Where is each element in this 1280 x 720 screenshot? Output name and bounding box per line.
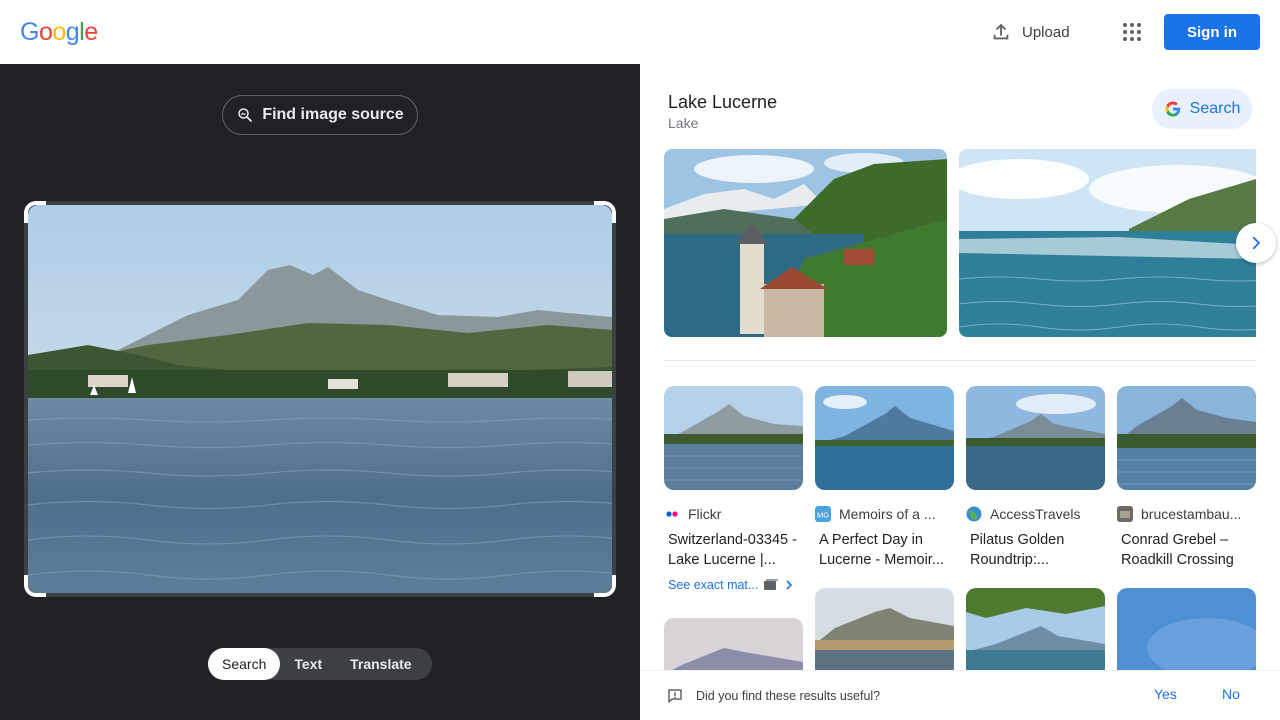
svg-text:MG: MG [817, 511, 829, 520]
mode-text-tab[interactable]: Text [280, 648, 336, 680]
google-search-label: Search [1189, 100, 1241, 117]
mg-icon: MG [815, 506, 831, 522]
see-exact-matches-link[interactable]: See exact mat... [664, 578, 803, 592]
result-thumbnail[interactable] [815, 386, 954, 490]
result-title[interactable]: Switzerland-03345 - Lake Lucerne |... [664, 530, 803, 570]
result-card[interactable]: Flickr Switzerland-03345 - Lake Lucerne … [664, 386, 803, 592]
section-divider [664, 360, 1256, 361]
result-title[interactable]: Pilatus Golden Roundtrip:... [966, 530, 1105, 570]
upload-button[interactable]: Upload [990, 18, 1070, 46]
feedback-yes-button[interactable]: Yes [1154, 686, 1177, 702]
mode-search-tab[interactable]: Search [208, 648, 281, 680]
result-source: brucestambau... [1141, 506, 1242, 522]
result-title[interactable]: Conrad Grebel – Roadkill Crossing [1117, 530, 1256, 570]
entity-subtitle: Lake [668, 115, 699, 131]
find-image-source-button[interactable]: Find image source [222, 95, 418, 135]
result-source: Flickr [688, 506, 722, 522]
feedback-icon [668, 689, 682, 703]
feedback-no-button[interactable]: No [1222, 686, 1240, 702]
find-image-source-label: Find image source [262, 106, 404, 123]
logo-letter: G [20, 18, 39, 46]
upload-label: Upload [1022, 23, 1070, 41]
result-thumbnail[interactable] [1117, 386, 1256, 490]
chevron-right-icon [1252, 236, 1260, 250]
result-card[interactable]: brucestambau... Conrad Grebel – Roadkill… [1117, 386, 1256, 570]
logo-letter: g [65, 18, 80, 46]
upload-icon [993, 23, 1009, 40]
result-title[interactable]: A Perfect Day in Lucerne - Memoir... [815, 530, 954, 570]
results-panel: Lake Lucerne Lake Search Flickr Switzerl… [640, 64, 1280, 720]
crop-handle-bottom-right[interactable] [594, 575, 616, 597]
crop-region[interactable] [24, 201, 616, 597]
query-image [28, 205, 612, 593]
result-source: Memoirs of a ... [839, 506, 936, 522]
see-exact-matches-label: See exact mat... [668, 578, 759, 592]
crop-handle-top-right[interactable] [594, 201, 616, 223]
carousel-next-button[interactable] [1236, 223, 1276, 263]
mode-switcher: Search Text Translate [208, 648, 432, 680]
feedback-bar: Did you find these results useful? Yes N… [640, 670, 1280, 720]
result-source: AccessTravels [990, 506, 1081, 522]
image-stack-icon [764, 579, 779, 590]
logo-letter: e [84, 18, 98, 46]
result-card[interactable]: AccessTravels Pilatus Golden Roundtrip:.… [966, 386, 1105, 570]
image-query-panel: Find image source Search Text Translate [0, 64, 640, 720]
sign-in-button[interactable]: Sign in [1164, 14, 1260, 50]
site-icon [1117, 506, 1133, 522]
entity-title[interactable]: Lake Lucerne [668, 92, 777, 113]
crop-edge-bottom[interactable] [46, 593, 594, 597]
crop-handle-bottom-left[interactable] [24, 575, 46, 597]
top-bar: Google Upload Sign in [0, 0, 1280, 64]
google-logo[interactable]: Google [20, 18, 98, 47]
chevron-right-icon [786, 580, 793, 590]
result-card[interactable]: MG Memoirs of a ... A Perfect Day in Luc… [815, 386, 954, 570]
result-thumbnail[interactable] [966, 386, 1105, 490]
apps-grid-icon[interactable] [1120, 20, 1144, 44]
google-search-button[interactable]: Search [1152, 89, 1252, 129]
flickr-icon [666, 511, 678, 517]
mode-translate-tab[interactable]: Translate [336, 648, 425, 680]
feedback-question: Did you find these results useful? [696, 689, 881, 703]
result-thumbnail[interactable] [664, 386, 803, 490]
image-search-icon [238, 108, 253, 122]
entity-image-2[interactable] [959, 149, 1256, 337]
google-g-icon [1165, 101, 1180, 117]
logo-letter: o [52, 18, 66, 46]
logo-letter: o [38, 18, 53, 46]
crop-edge-right[interactable] [612, 223, 616, 575]
globe-icon [966, 506, 982, 522]
crop-handle-top-left[interactable] [24, 201, 46, 223]
entity-image-1[interactable] [664, 149, 947, 337]
